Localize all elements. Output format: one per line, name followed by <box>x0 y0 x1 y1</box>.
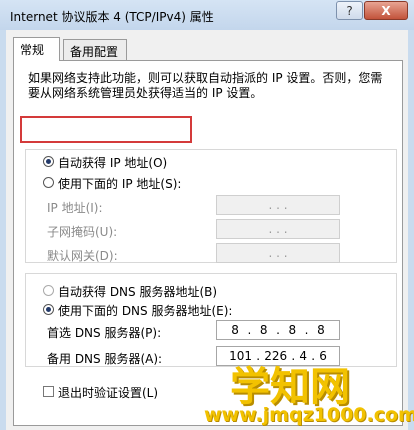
help-button[interactable]: ? <box>336 1 363 20</box>
alternate-dns-label: 备用 DNS 服务器(A): <box>47 352 163 366</box>
ip-address-label: IP 地址(I): <box>47 201 103 215</box>
preferred-octet-3: 8 <box>288 323 297 337</box>
validate-label[interactable]: 退出时验证设置(L) <box>58 384 158 401</box>
manual-ip-radio[interactable] <box>43 177 54 188</box>
preferred-octet-1: 8 <box>231 323 239 337</box>
manual-dns-radio[interactable] <box>43 304 54 315</box>
preferred-octet-2: 8 <box>259 323 268 337</box>
preferred-dns-label: 首选 DNS 服务器(P): <box>47 326 162 340</box>
auto-dns-radio[interactable] <box>43 285 54 296</box>
auto-ip-radio[interactable] <box>43 156 54 167</box>
tab-general[interactable]: 常规 <box>13 37 60 61</box>
auto-dns-label[interactable]: 自动获得 DNS 服务器地址(B) <box>58 283 217 300</box>
manual-ip-label[interactable]: 使用下面的 IP 地址(S): <box>58 175 181 192</box>
validate-checkbox[interactable] <box>43 386 54 397</box>
window-title: Internet 协议版本 4 (TCP/IPv4) 属性 <box>10 10 214 24</box>
ip-address-field[interactable]: . . . <box>216 195 340 215</box>
preferred-dns-field[interactable]: 8. 8. 8. 8 <box>216 320 340 340</box>
subnet-mask-field[interactable]: . . . <box>216 219 340 239</box>
watermark: 学知网 www.jmqz1000.com <box>200 350 414 430</box>
watermark-url: www.jmqz1000.com <box>204 404 414 426</box>
preferred-octet-4: 8 <box>317 323 325 337</box>
description-text: 如果网络支持此功能，则可以获取自动指派的 IP 设置。否则，您需要从网络系统管理… <box>28 71 383 100</box>
manual-dns-label[interactable]: 使用下面的 DNS 服务器地址(E): <box>58 302 232 319</box>
default-gateway-label: 默认网关(D): <box>47 249 118 263</box>
default-gateway-field[interactable]: . . . <box>216 243 340 263</box>
auto-ip-label[interactable]: 自动获得 IP 地址(O) <box>58 154 167 171</box>
close-button[interactable]: X <box>364 1 408 20</box>
subnet-mask-label: 子网掩码(U): <box>47 225 118 239</box>
title-bar: Internet 协议版本 4 (TCP/IPv4) 属性 ? X <box>0 0 414 30</box>
tab-alternate-config[interactable]: 备用配置 <box>63 39 127 61</box>
highlight-box <box>20 116 192 143</box>
